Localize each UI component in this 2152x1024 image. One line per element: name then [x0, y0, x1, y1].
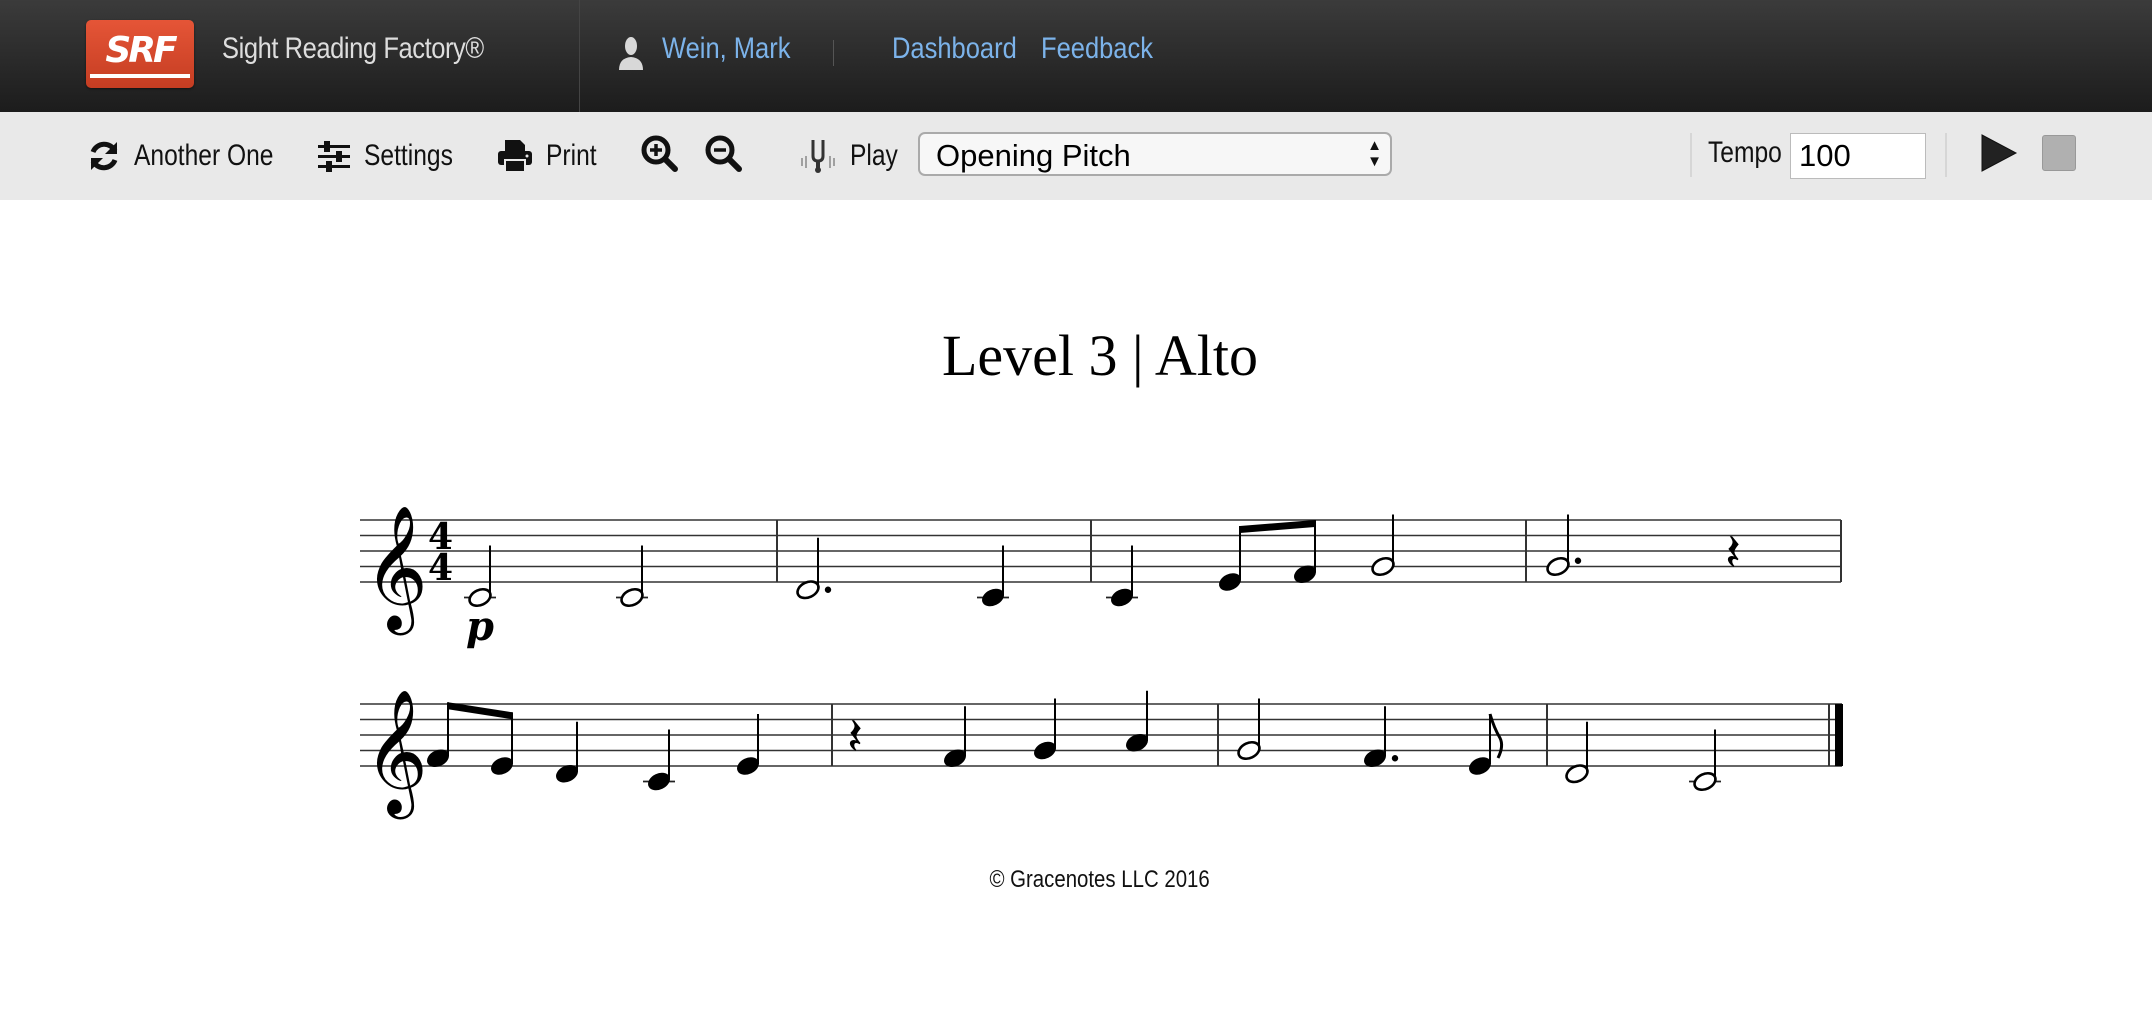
treble-clef: 𝄞	[364, 505, 428, 635]
treble-clef: 𝄞	[364, 689, 428, 819]
copyright: © Gracenotes LLC 2016	[0, 866, 2152, 894]
final-barline-thick	[1835, 704, 1843, 766]
copyright-text: © Gracenotes LLC 2016	[989, 866, 1211, 893]
quarter-rest: 𝄽	[847, 707, 863, 767]
beam	[1240, 520, 1315, 533]
augmentation-dot	[1391, 755, 1399, 762]
eighth-flag	[1488, 713, 1504, 759]
augmentation-dot	[824, 586, 832, 593]
quarter-rest: 𝄽	[1725, 523, 1741, 583]
time-signature-bottom: 4	[428, 547, 453, 589]
dynamic-marking: p	[466, 603, 494, 650]
augmentation-dot	[1574, 557, 1582, 564]
